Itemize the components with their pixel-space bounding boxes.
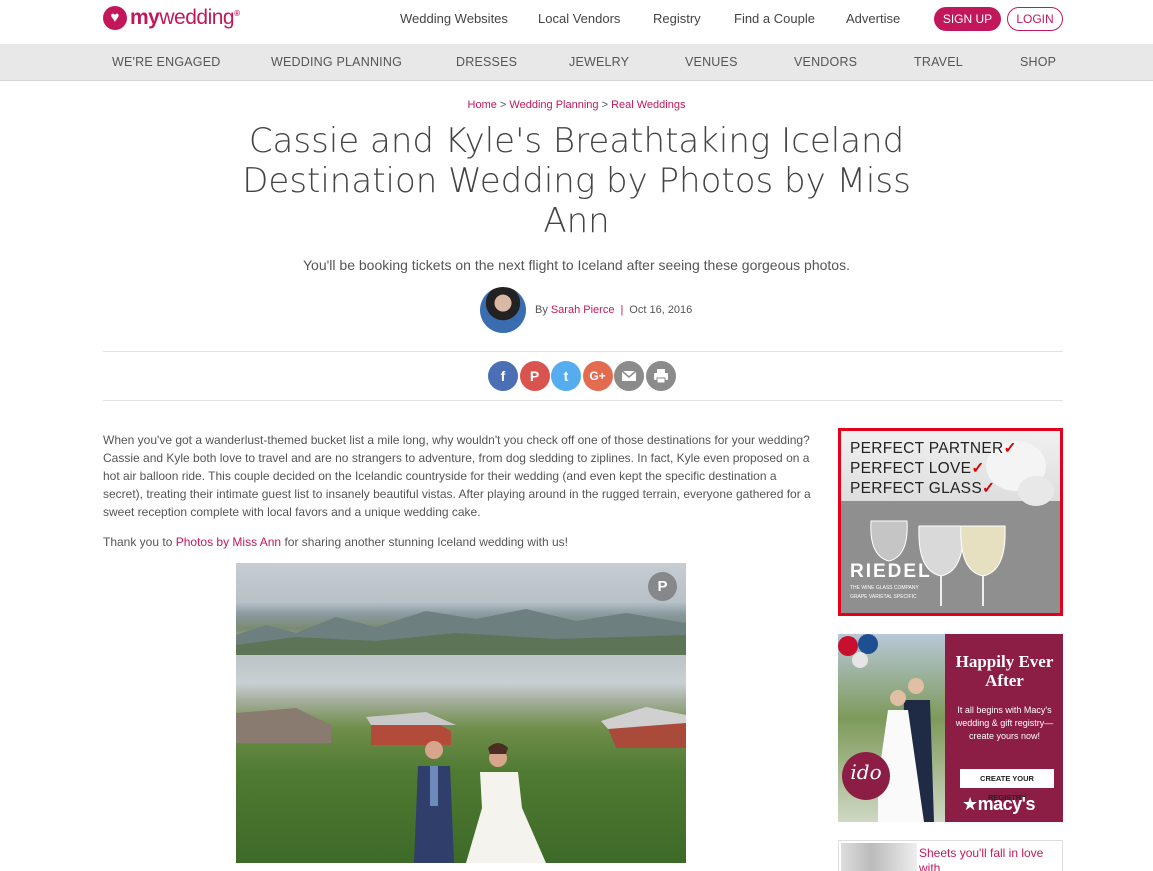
mainnav-shop[interactable]: SHOP (1020, 55, 1056, 69)
photographer-link[interactable]: Photos by Miss Ann (176, 535, 281, 549)
breadcrumb-wedding-planning[interactable]: Wedding Planning (509, 99, 598, 111)
pinterest-share-icon[interactable]: P (519, 361, 550, 391)
riedel-ad[interactable]: PERFECT PARTNER✓ PERFECT LOVE✓ PERFECT G… (838, 428, 1063, 616)
heart-icon (103, 6, 127, 30)
mainnav-travel[interactable]: TRAVEL (914, 55, 963, 69)
mainnav-dresses[interactable]: DRESSES (456, 55, 517, 69)
publish-date: Oct 16, 2016 (629, 304, 693, 316)
page-subtitle: You'll be booking tickets on the next fl… (303, 257, 850, 273)
share-bar: f P t G+ (488, 361, 677, 391)
mywedding-logo[interactable]: mywedding® (103, 6, 240, 30)
byline: By Sarah Pierce | Oct 16, 2016 (480, 287, 692, 333)
related-article-title[interactable]: Sheets you'll fall in love with (919, 846, 1059, 871)
ad-line-3: PERFECT GLASS (850, 480, 982, 497)
byline-by: By (535, 304, 548, 316)
sign-up-button[interactable]: SIGN UP (934, 7, 1001, 31)
twitter-share-icon[interactable]: t (551, 361, 581, 391)
pinterest-pin-icon[interactable]: P (648, 572, 677, 601)
article-paragraph: When you've got a wanderlust-themed buck… (103, 433, 811, 519)
related-article-card[interactable]: Sheets you'll fall in love with (838, 840, 1063, 871)
divider (103, 400, 1063, 401)
divider (103, 351, 1063, 352)
nav-advertise[interactable]: Advertise (846, 11, 900, 26)
ad-body-text: It all begins with Macy's wedding & gift… (955, 705, 1054, 741)
print-icon[interactable] (645, 361, 676, 391)
mainnav-wedding-planning[interactable]: WEDDING PLANNING (271, 55, 402, 69)
couple-graphic (414, 741, 546, 863)
create-registry-button[interactable]: CREATE YOUR REGISTRY (960, 769, 1054, 802)
page-title: Cassie and Kyle's Breathtaking Iceland D… (242, 121, 911, 241)
breadcrumb-home[interactable]: Home (468, 99, 497, 111)
ad-line-2: PERFECT LOVE (850, 460, 972, 477)
related-article-thumbnail (841, 843, 917, 871)
ido-logo: ido (842, 752, 890, 800)
breadcrumb: Home > Wedding Planning > Real Weddings (467, 99, 686, 111)
article-thanks: Thank you to Photos by Miss Ann for shar… (103, 535, 568, 549)
main-nav: WE'RE ENGAGED WEDDING PLANNING DRESSES J… (0, 44, 1153, 81)
riedel-logo: RIEDEL (850, 561, 932, 582)
nav-wedding-websites[interactable]: Wedding Websites (400, 11, 508, 26)
facebook-share-icon[interactable]: f (488, 361, 518, 391)
nav-find-a-couple[interactable]: Find a Couple (734, 11, 815, 26)
breadcrumb-real-weddings[interactable]: Real Weddings (611, 99, 685, 111)
nav-local-vendors[interactable]: Local Vendors (538, 11, 620, 26)
login-button[interactable]: LOGIN (1007, 7, 1063, 31)
google-plus-share-icon[interactable]: G+ (582, 361, 613, 391)
mountains-graphic (236, 609, 686, 655)
macys-logo: ★macy's (962, 794, 1035, 814)
checkmark-icon: ✓ (1003, 440, 1017, 457)
checkmark-icon: ✓ (971, 460, 985, 477)
top-bar: mywedding® Wedding Websites Local Vendor… (0, 0, 1153, 44)
checkmark-icon: ✓ (981, 480, 996, 497)
riedel-varietal: GRAPE VARIETAL SPECIFIC (850, 594, 917, 600)
wedding-photo[interactable] (236, 563, 686, 863)
mainnav-vendors[interactable]: VENDORS (794, 55, 857, 69)
author-link[interactable]: Sarah Pierce (551, 304, 615, 316)
nav-registry[interactable]: Registry (653, 11, 701, 26)
byline-separator: | (620, 304, 624, 316)
mainnav-jewelry[interactable]: JEWELRY (569, 55, 629, 69)
ad-headline: Happily Ever After (955, 652, 1054, 690)
logo-text: mywedding® (130, 6, 240, 29)
mainnav-were-engaged[interactable]: WE'RE ENGAGED (112, 55, 220, 69)
mainnav-venues[interactable]: VENUES (685, 55, 738, 69)
riedel-tagline: THE WINE GLASS COMPANY (850, 585, 919, 591)
article-body: When you've got a wanderlust-themed buck… (103, 431, 813, 563)
ad-line-1: PERFECT PARTNER (850, 440, 1004, 457)
macys-ad[interactable]: ido Happily Ever After It all begins wit… (838, 634, 1063, 822)
ad-couple-graphic (878, 678, 934, 822)
author-avatar[interactable] (480, 287, 526, 333)
email-share-icon[interactable] (614, 361, 644, 391)
